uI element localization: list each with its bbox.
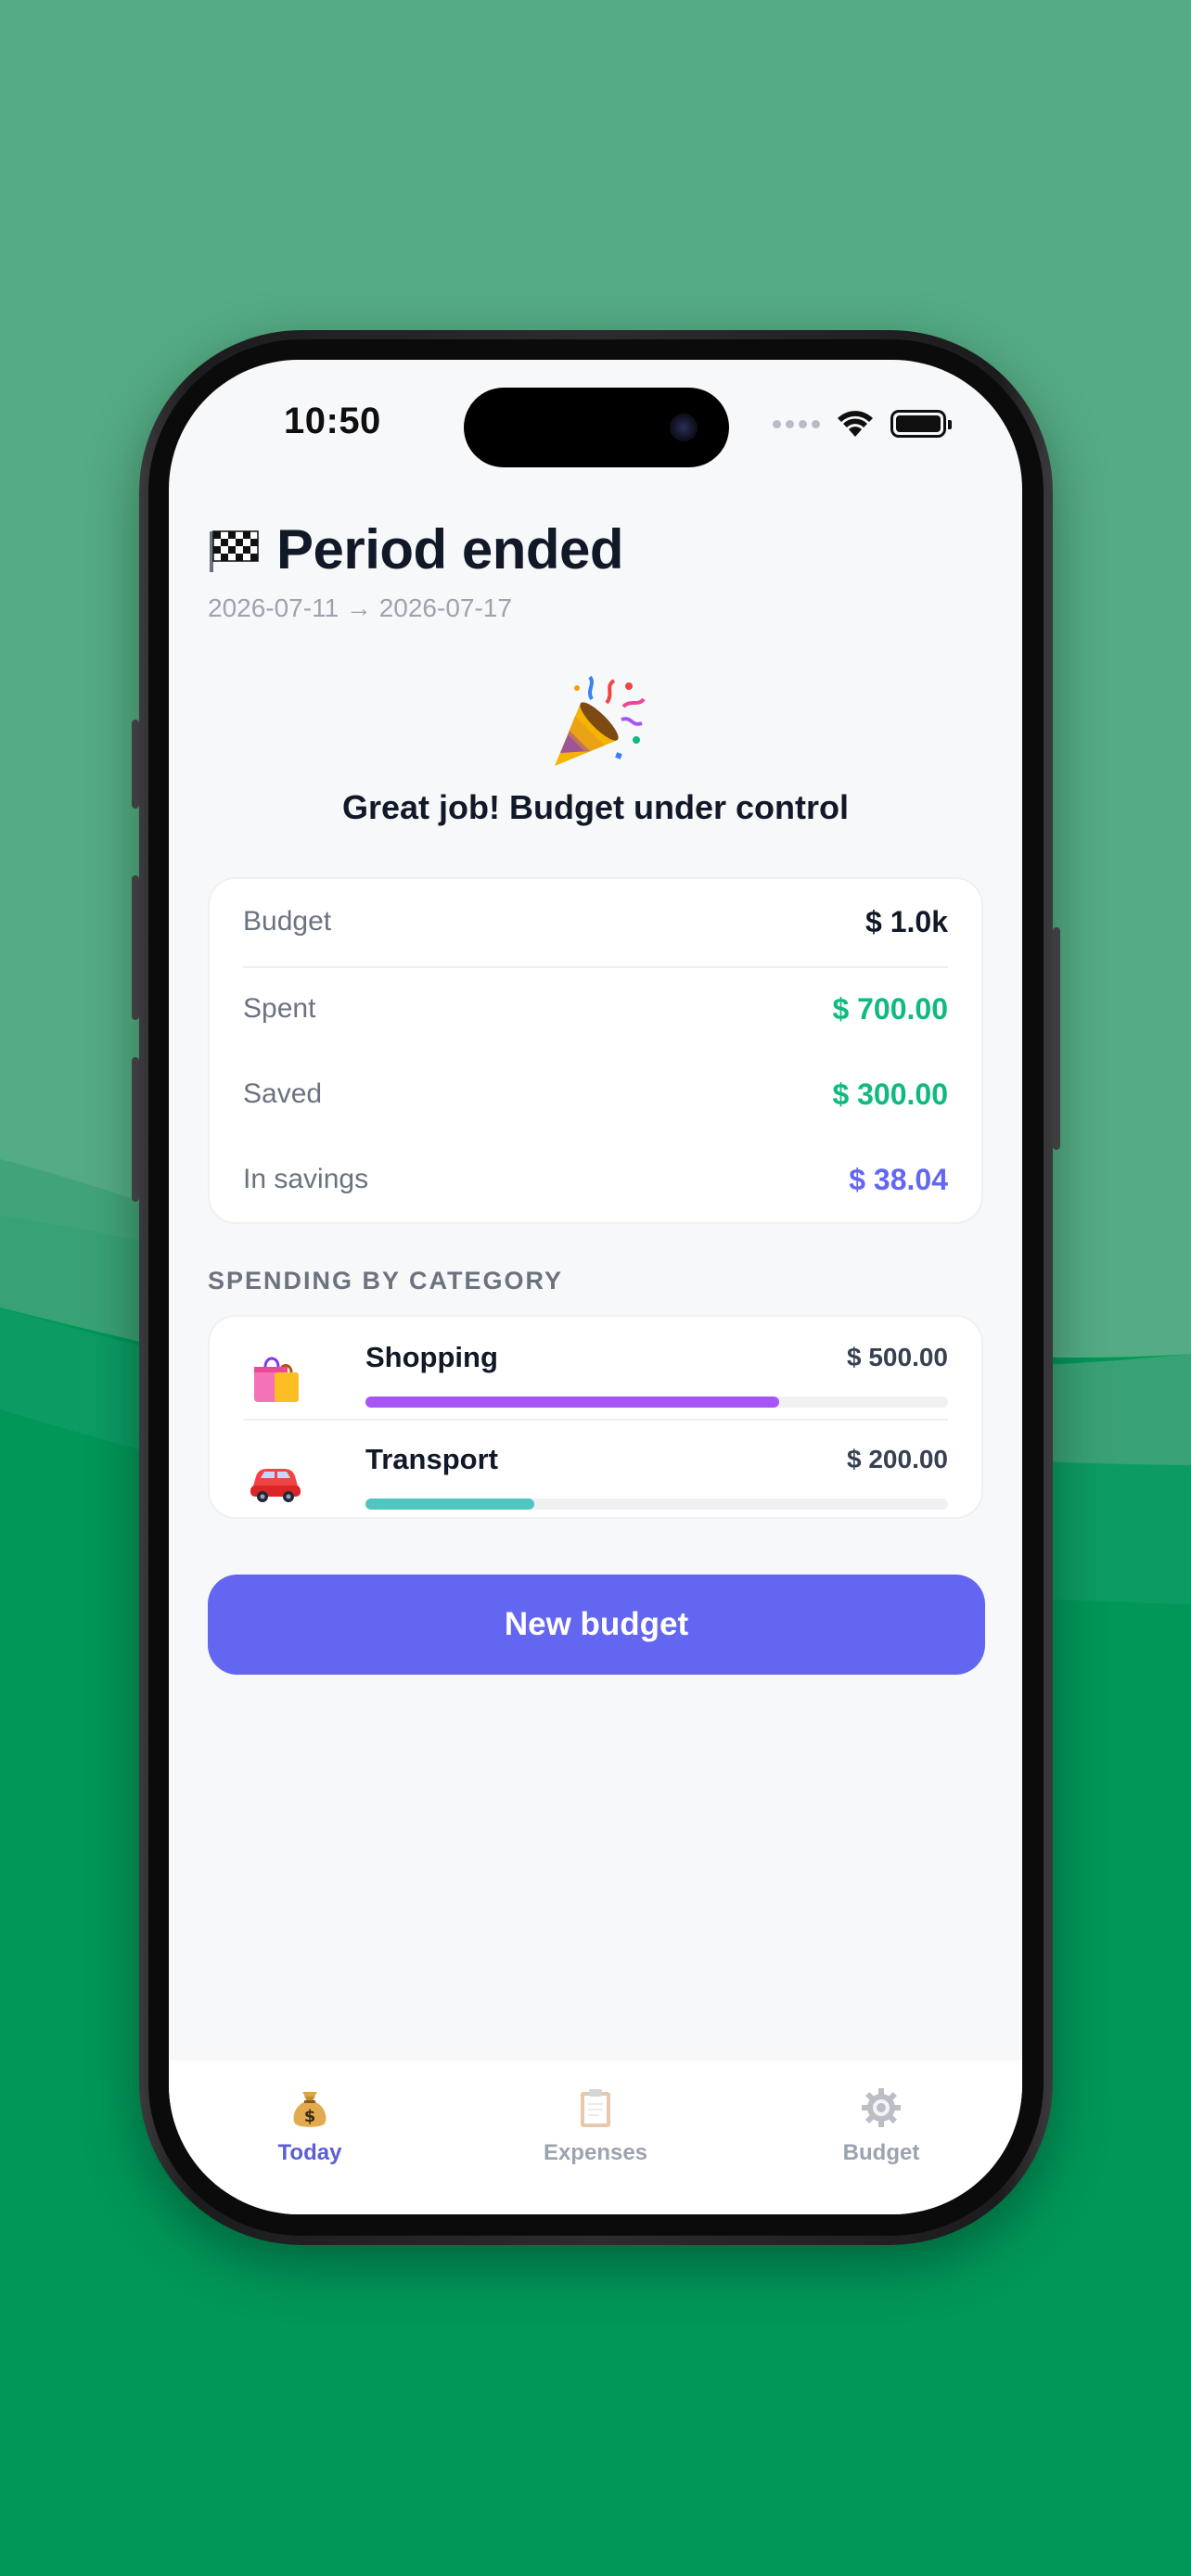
summary-label: Saved (243, 1078, 323, 1109)
wifi-icon (838, 411, 873, 437)
action-button (132, 720, 139, 809)
gear-icon (862, 2088, 901, 2127)
tab-label: Budget (842, 2140, 920, 2165)
celebration-headline: Great job! Budget under control (342, 788, 849, 826)
header: Period ended (208, 517, 624, 581)
section-title: SPENDING BY CATEGORY (208, 1267, 564, 1294)
status-icons (773, 408, 952, 440)
category-progress-bar (365, 1498, 535, 1510)
category-amount: $ 500.00 (847, 1343, 948, 1371)
category-name: Shopping (365, 1341, 498, 1373)
category-name: Transport (365, 1443, 498, 1475)
cellular-signal-icon (773, 419, 820, 428)
summary-label: Spent (243, 993, 316, 1024)
summary-row-spent: Spent $ 700.00 (243, 990, 948, 1027)
tab-label: Expenses (543, 2140, 648, 2165)
tab-bar: $ Today Expenses Budget (169, 2060, 1022, 2214)
summary-row-in-savings: In savings $ 38.04 (243, 1161, 948, 1198)
tab-label: Today (277, 2140, 342, 2165)
tab-budget[interactable]: Budget (788, 2060, 974, 2172)
dynamic-island (464, 388, 729, 467)
app-screen: 10:50 Period ended 2026-07-11 → 2026-07-… (169, 360, 1022, 2214)
party-popper-icon (555, 675, 646, 766)
summary-card: Budget $ 1.0k Spent $ 700.00 Saved $ 300… (208, 877, 983, 1224)
period-range: 2026-07-11 → 2026-07-17 (208, 593, 512, 622)
shopping-bags-icon (254, 1357, 299, 1402)
checkered-flag-icon (210, 529, 259, 572)
car-icon (250, 1469, 301, 1502)
power-button (1053, 927, 1060, 1150)
volume-down-button (132, 1057, 139, 1202)
tab-expenses[interactable]: Expenses (503, 2060, 688, 2172)
svg-text:$: $ (304, 2107, 316, 2126)
summary-value: $ 300.00 (832, 1077, 948, 1111)
money-bag-icon: $ (293, 2092, 327, 2127)
summary-row-saved: Saved $ 300.00 (243, 1076, 948, 1113)
summary-row-budget: Budget $ 1.0k (243, 903, 948, 940)
new-budget-button[interactable]: New budget (208, 1575, 985, 1675)
divider (243, 966, 948, 968)
category-card: Shopping $ 500.00 Transport $ 200.00 (208, 1315, 983, 1519)
category-amount: $ 200.00 (847, 1445, 948, 1473)
summary-value: $ 38.04 (849, 1162, 948, 1196)
battery-icon (890, 410, 952, 438)
category-progress-track (365, 1396, 948, 1408)
category-row-transport[interactable]: Transport $ 200.00 (243, 1443, 948, 1517)
category-progress-bar (365, 1396, 779, 1408)
summary-value: $ 700.00 (832, 991, 948, 1026)
summary-label: In savings (243, 1164, 369, 1194)
volume-up-button (132, 875, 139, 1020)
tab-today[interactable]: $ Today (217, 2060, 403, 2172)
category-row-shopping[interactable]: Shopping $ 500.00 (243, 1341, 948, 1415)
divider (243, 1419, 948, 1421)
clipboard-icon (581, 2089, 610, 2127)
page-title: Period ended (276, 518, 624, 580)
status-time: 10:50 (284, 401, 381, 441)
category-progress-track (365, 1498, 948, 1510)
summary-label: Budget (243, 906, 332, 937)
summary-value: $ 1.0k (865, 904, 948, 938)
